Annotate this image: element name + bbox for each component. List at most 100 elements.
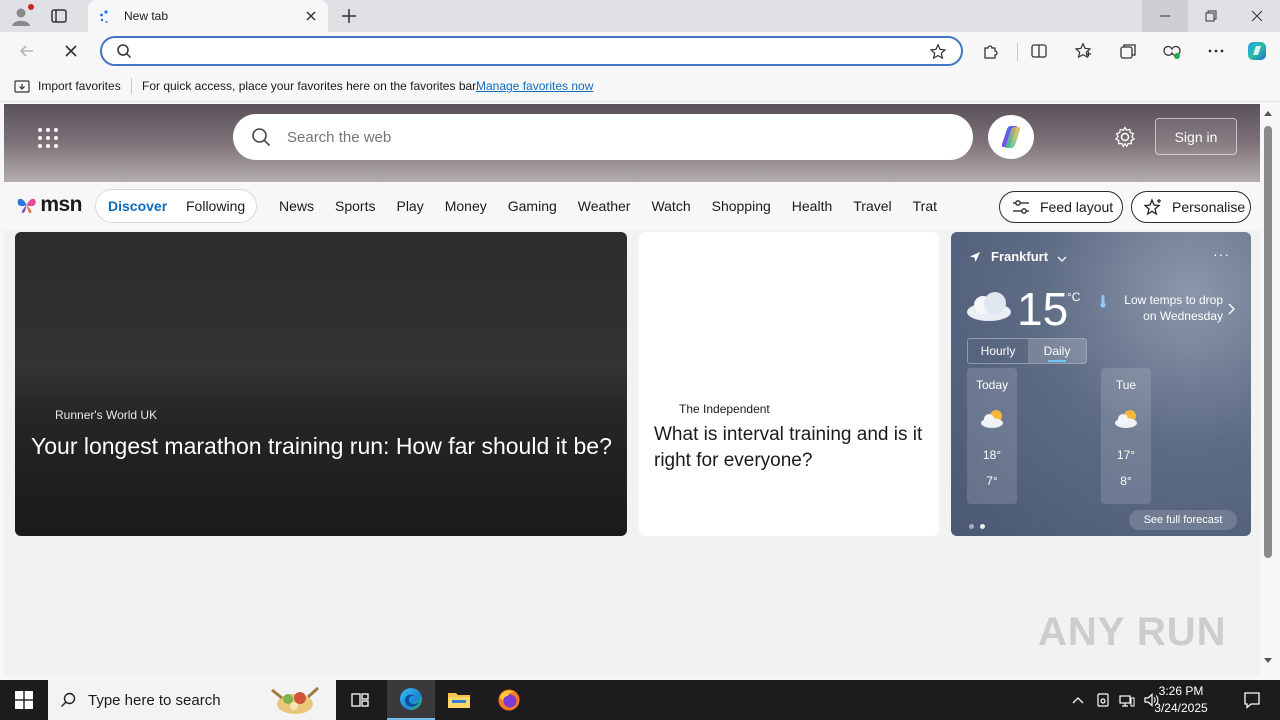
weather-more-icon[interactable]: ··· [1213,246,1230,262]
nav-shopping[interactable]: Shopping [712,198,771,214]
sparkle-star-icon [1144,198,1161,216]
msn-new-tab-page: Sign in msn Discover Following News Sport… [4,104,1260,676]
collections-icon[interactable] [1117,40,1139,62]
import-favorites-link[interactable]: Import favorites [38,79,121,93]
weather-location[interactable]: Frankfurt [991,249,1048,264]
forecast-day-name: Tue [1115,378,1137,392]
hourly-toggle[interactable]: Hourly [968,339,1028,363]
restore-button[interactable] [1188,0,1234,32]
network-icon[interactable] [1116,680,1138,720]
copilot-button[interactable] [988,115,1034,159]
split-screen-icon[interactable] [1028,40,1050,62]
feed-tabs: Discover Following [95,189,257,223]
partly-cloudy-icon [980,408,1006,430]
hero-banner: Sign in [4,104,1260,182]
nav-travel[interactable]: Travel [853,198,891,214]
personalise-button[interactable]: Personalise [1131,191,1251,223]
address-input[interactable] [142,40,922,62]
web-search-input[interactable] [287,126,947,148]
nav-health[interactable]: Health [792,198,832,214]
device-icon[interactable] [1092,680,1114,720]
loading-spinner-icon [98,9,114,25]
close-window-button[interactable] [1234,0,1280,32]
card-source: The Independent [679,402,770,416]
tab-discover[interactable]: Discover [108,198,167,214]
forecast-day[interactable]: Today 18° 7° [967,368,1017,504]
taskbar-search-text: Type here to search [88,692,221,709]
msn-logo[interactable]: msn [16,192,82,218]
partly-cloudy-icon [1114,408,1140,430]
stop-loading-icon[interactable] [60,40,82,62]
nav-weather[interactable]: Weather [578,198,631,214]
thermometer-icon [1099,294,1107,308]
weather-card[interactable]: Frankfurt ··· 15 °C Low temps to drop on… [951,232,1251,536]
temperature-unit[interactable]: °C [1067,290,1080,304]
show-hidden-icons-chevron[interactable] [1068,680,1088,720]
tab-new-tab[interactable]: New tab [88,0,328,32]
feed-layout-label: Feed layout [1040,199,1114,215]
address-bar[interactable] [100,36,963,66]
nav-sports[interactable]: Sports [335,198,375,214]
windows-logo-icon [15,691,33,709]
scrollbar-thumb[interactable] [1264,126,1272,558]
app-launcher-icon[interactable] [38,128,58,148]
edge-taskbar-icon[interactable] [387,680,435,720]
web-search-box[interactable] [233,114,973,160]
nav-traffic[interactable]: Trat [913,198,937,214]
copilot-icon[interactable] [1246,40,1268,62]
tab-actions-icon[interactable] [50,7,68,25]
card-headline[interactable]: What is interval training and is it righ… [654,422,929,474]
start-button[interactable] [0,680,48,720]
favorites-bar-message: For quick access, place your favorites h… [142,79,479,93]
taskbar-search[interactable]: Type here to search [48,680,336,720]
nav-news[interactable]: News [279,198,314,214]
import-favorites-icon[interactable] [14,78,30,94]
vertical-scrollbar[interactable] [1260,104,1276,676]
browser-essentials-icon[interactable] [1161,40,1183,62]
task-view-icon[interactable] [336,680,384,720]
manage-favorites-link[interactable]: Manage favorites now [476,79,593,93]
notification-center-icon[interactable] [1232,680,1272,720]
daily-selected-indicator [1048,360,1066,362]
back-arrow-icon[interactable] [16,40,38,62]
current-temperature: 15 [1017,283,1069,335]
favorites-divider [131,78,132,94]
nav-watch[interactable]: Watch [651,198,690,214]
feed-layout-button[interactable]: Feed layout [999,191,1123,223]
more-options-icon[interactable] [1205,40,1227,62]
see-full-forecast-button[interactable]: See full forecast [1129,510,1237,530]
tab-close-icon[interactable] [304,9,318,23]
new-tab-plus-icon[interactable] [340,7,358,25]
favorite-star-icon[interactable] [929,43,947,61]
msn-butterfly-icon [17,198,36,213]
sign-in-button[interactable]: Sign in [1155,118,1237,155]
clock-date: 3/24/2025 [1154,701,1208,715]
forecast-day[interactable]: Tue 17° 8° [1101,368,1151,504]
carousel-dots[interactable] [969,516,991,534]
extensions-icon[interactable] [980,40,1002,62]
chevron-down-icon[interactable] [1057,251,1067,262]
profile-avatar-icon[interactable] [10,4,34,27]
nav-play[interactable]: Play [396,198,423,214]
favorites-icon[interactable] [1072,40,1094,62]
card-headline[interactable]: Your longest marathon training run: How … [31,430,616,462]
chevron-right-icon[interactable] [1227,302,1235,315]
firefox-icon[interactable] [485,680,533,720]
scroll-down-arrow-icon[interactable] [1264,658,1272,664]
msn-logo-text: msn [40,193,82,216]
tab-following[interactable]: Following [186,198,245,214]
minimize-button[interactable] [1142,0,1188,32]
search-icon [60,692,76,708]
nav-gaming[interactable]: Gaming [508,198,557,214]
forecast-high: 17° [1116,448,1136,462]
taskbar-clock[interactable]: 3:26 PM 3/24/2025 [1138,683,1224,717]
scroll-up-arrow-icon[interactable] [1264,110,1272,116]
nav-money[interactable]: Money [445,198,487,214]
forecast-toggle: Hourly Daily [967,338,1087,364]
file-explorer-icon[interactable] [435,680,483,720]
settings-gear-icon[interactable] [1114,126,1136,148]
news-card[interactable]: The Independent What is interval trainin… [639,232,939,536]
weather-alert-text[interactable]: Low temps to drop on Wednesday [1113,292,1223,324]
news-card-featured[interactable]: Runner's World UK Your longest marathon … [15,232,627,536]
browser-titlebar: New tab [0,0,1280,32]
